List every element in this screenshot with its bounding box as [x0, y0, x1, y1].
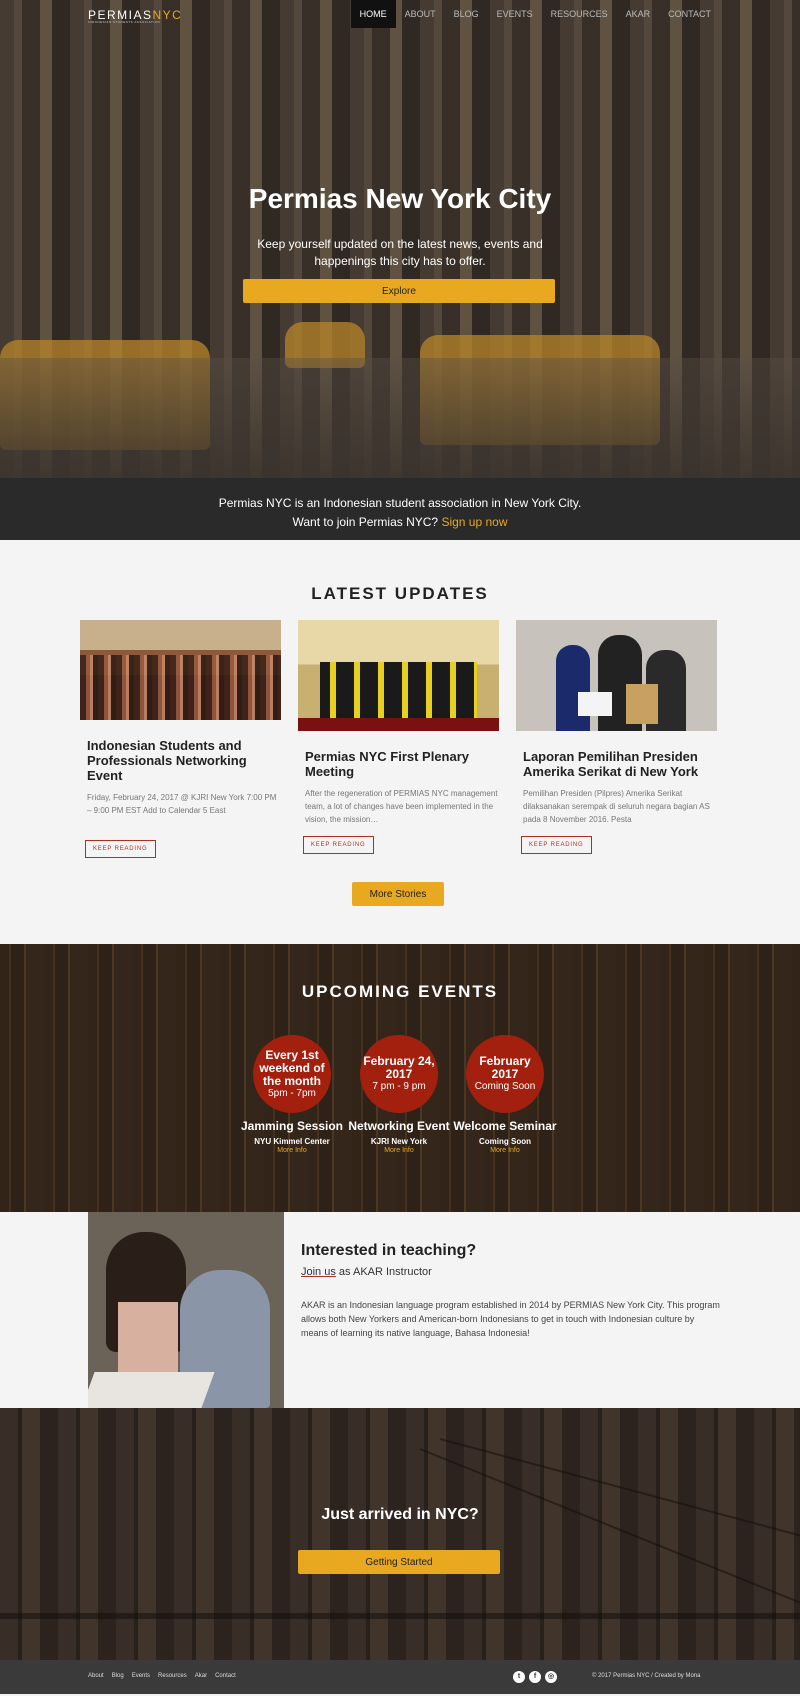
event-item: February 24, 2017 7 pm - 9 pm Networking… [344, 1035, 454, 1154]
event-name: Networking Event [348, 1119, 450, 1133]
nav-item-about[interactable]: ABOUT [396, 0, 445, 28]
event-location: NYU Kimmel Center [254, 1137, 330, 1146]
nav-item-akar[interactable]: AKAR [617, 0, 660, 28]
sign-image [578, 692, 612, 716]
more-info-link[interactable]: More Info [237, 1147, 347, 1154]
just-arrived-title: Just arrived in NYC? [321, 1506, 479, 1523]
site-footer: About Blog Events Resources Akar Contact… [0, 1660, 800, 1694]
twitter-icon[interactable]: t [513, 1671, 525, 1683]
social-links: t f ◎ [513, 1671, 561, 1683]
teaching-description: AKAR is an Indonesian language program e… [301, 1300, 720, 1338]
person-image [556, 645, 590, 731]
footer-link-blog[interactable]: Blog [112, 1673, 124, 1679]
about-text: Permias NYC is an Indonesian student ass… [218, 496, 582, 510]
card-image-event-crowd[interactable] [80, 620, 281, 720]
nav-item-resources[interactable]: RESOURCES [542, 0, 617, 28]
footer-link-events[interactable]: Events [132, 1673, 150, 1679]
update-card: Indonesian Students and Professionals Ne… [80, 620, 281, 858]
update-card: Permias NYC First Plenary Meeting After … [298, 620, 499, 854]
top-nav: PERMIASNYC INDONESIAN STUDENTS ASSOCIATI… [0, 0, 800, 28]
event-name: Jamming Session [240, 1119, 344, 1133]
teaching-section: Interested in teaching? Join us as AKAR … [0, 1212, 800, 1408]
hero-section: PERMIASNYC INDONESIAN STUDENTS ASSOCIATI… [0, 0, 800, 478]
join-us-link[interactable]: Join us [301, 1266, 336, 1278]
card-excerpt: Friday, February 24, 2017 @ KJRI New Yor… [87, 793, 277, 815]
event-time: 7 pm - 9 pm [372, 1081, 426, 1092]
upcoming-events-section: UPCOMING EVENTS Every 1st weekend of the… [0, 944, 800, 1212]
event-location: Coming Soon [479, 1137, 531, 1146]
about-bar: Permias NYC is an Indonesian student ass… [0, 478, 800, 540]
nav-item-contact[interactable]: CONTACT [659, 0, 720, 28]
bridge-cable-image [419, 1448, 800, 1608]
nav-item-events[interactable]: EVENTS [488, 0, 542, 28]
group-photo-image [320, 662, 477, 722]
hero-subtitle: Keep yourself updated on the latest news… [257, 237, 543, 268]
getting-started-button[interactable]: Getting Started [298, 1550, 500, 1574]
card-excerpt: After the regeneration of PERMIAS NYC ma… [305, 789, 498, 824]
paper-image [88, 1372, 215, 1408]
carpet-image [298, 718, 499, 731]
card-excerpt: Pemilihan Presiden (Pilpres) Amerika Ser… [523, 789, 710, 824]
more-info-link[interactable]: More Info [344, 1147, 454, 1154]
nav-menu: HOME ABOUT BLOG EVENTS RESOURCES AKAR CO… [350, 0, 720, 28]
event-location: KJRI New York [370, 1137, 428, 1146]
section-title-events: UPCOMING EVENTS [301, 982, 499, 1001]
event-time: Coming Soon [474, 1081, 536, 1092]
update-card: Laporan Pemilihan Presiden Amerika Serik… [516, 620, 717, 854]
teaching-photo [88, 1212, 284, 1408]
card-title[interactable]: Laporan Pemilihan Presiden Amerika Serik… [523, 749, 717, 779]
section-title-updates: LATEST UPDATES [311, 584, 489, 603]
event-date: Every 1st weekend of the month [259, 1047, 325, 1088]
explore-button[interactable]: Explore [243, 279, 555, 303]
join-text: Want to join Permias NYC? Sign up now [0, 513, 800, 532]
teaching-title: Interested in teaching? [301, 1242, 477, 1259]
just-arrived-section: Just arrived in NYC? Getting Started [0, 1408, 800, 1660]
event-date: February 24, 2017 [363, 1054, 435, 1081]
facebook-icon[interactable]: f [529, 1671, 541, 1683]
event-name: Welcome Seminar [453, 1119, 557, 1133]
folder-image [626, 684, 658, 724]
nav-item-blog[interactable]: BLOG [445, 0, 488, 28]
footer-link-contact[interactable]: Contact [215, 1673, 236, 1679]
crowd-image [80, 655, 281, 720]
event-date: February 2017 [479, 1054, 531, 1081]
nav-item-home[interactable]: HOME [350, 0, 396, 28]
join-prompt: Want to join Permias NYC? [292, 515, 439, 529]
more-stories-button[interactable]: More Stories [352, 882, 444, 906]
card-image-voters[interactable] [516, 620, 717, 731]
keep-reading-button[interactable]: KEEP READING [521, 836, 592, 854]
event-date-circle: February 2017 Coming Soon [466, 1035, 544, 1113]
street-image [0, 358, 800, 478]
event-item: February 2017 Coming Soon Welcome Semina… [450, 1035, 560, 1154]
event-time: 5pm - 7pm [268, 1087, 316, 1099]
bridge-cable-image [439, 1438, 800, 1549]
footer-link-about[interactable]: About [88, 1673, 104, 1679]
event-date-circle: February 24, 2017 7 pm - 9 pm [360, 1035, 438, 1113]
card-image-group-photo[interactable] [298, 620, 499, 731]
logo-tagline: INDONESIAN STUDENTS ASSOCIATION [88, 20, 161, 24]
event-date-circle: Every 1st weekend of the month 5pm - 7pm [253, 1035, 331, 1113]
keep-reading-button[interactable]: KEEP READING [85, 840, 156, 858]
hero-title: Permias New York City [248, 183, 552, 214]
instagram-icon[interactable]: ◎ [545, 1671, 557, 1683]
teaching-subtitle: Join us as AKAR Instructor [301, 1266, 432, 1278]
sign-up-link[interactable]: Sign up now [441, 515, 507, 529]
keep-reading-button[interactable]: KEEP READING [303, 836, 374, 854]
footer-link-akar[interactable]: Akar [195, 1673, 207, 1679]
footer-links: About Blog Events Resources Akar Contact [88, 1673, 244, 1679]
instructor-text: as AKAR Instructor [335, 1266, 432, 1278]
footer-link-resources[interactable]: Resources [158, 1673, 187, 1679]
latest-updates-section: LATEST UPDATES Indonesian Students and P… [0, 540, 800, 944]
bridge-deck-image [0, 1613, 800, 1619]
card-title[interactable]: Permias NYC First Plenary Meeting [305, 749, 499, 779]
copyright-text: © 2017 Permias NYC / Created by Mona [592, 1673, 701, 1679]
more-info-link[interactable]: More Info [450, 1147, 560, 1154]
card-title[interactable]: Indonesian Students and Professionals Ne… [87, 738, 281, 783]
event-item: Every 1st weekend of the month 5pm - 7pm… [237, 1035, 347, 1154]
